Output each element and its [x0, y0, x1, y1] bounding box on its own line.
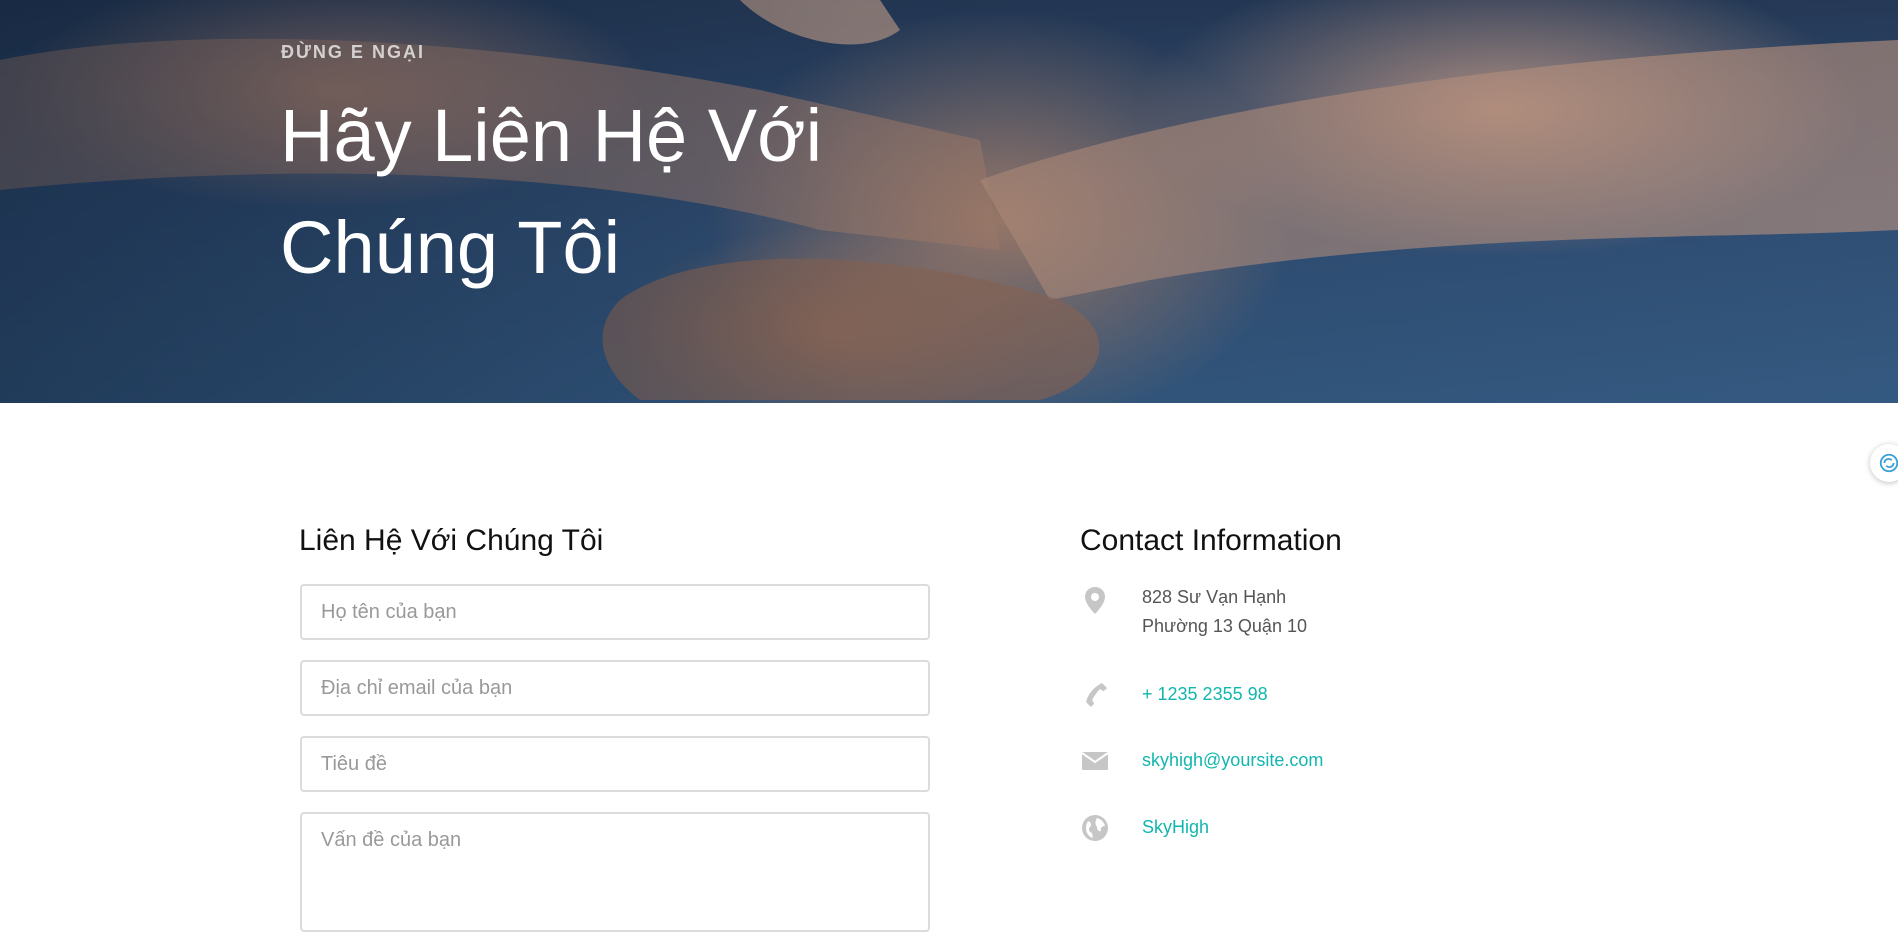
- address-line2: Phường 13 Quận 10: [1142, 616, 1307, 636]
- globe-icon: [1082, 815, 1108, 841]
- hero-title: Hãy Liên Hệ Với Chúng Tôi: [280, 80, 900, 304]
- message-field[interactable]: [300, 812, 930, 932]
- website-link[interactable]: SkyHigh: [1142, 813, 1209, 842]
- envelope-icon: [1081, 752, 1109, 770]
- email-field[interactable]: [300, 660, 930, 716]
- hero-title-line2: Chúng Tôi: [280, 206, 621, 289]
- phone-icon: [1086, 683, 1107, 707]
- floating-assistant-button[interactable]: [1870, 444, 1898, 482]
- contact-title: Contact Information: [1080, 524, 1342, 557]
- name-field[interactable]: [300, 584, 930, 640]
- hero-banner: ĐỪNG E NGẠI Hãy Liên Hệ Với Chúng Tôi: [0, 0, 1898, 403]
- subject-field[interactable]: [300, 736, 930, 792]
- hero-kicker: ĐỪNG E NGẠI: [281, 42, 425, 62]
- form-title: Liên Hệ Với Chúng Tôi: [299, 524, 604, 557]
- assistant-icon: [1879, 453, 1898, 473]
- phone-link[interactable]: + 1235 2355 98: [1142, 680, 1268, 709]
- hero-title-line1: Hãy Liên Hệ Với: [280, 94, 823, 177]
- map-pin-icon: [1085, 587, 1105, 614]
- address-line1: 828 Sư Vạn Hạnh: [1142, 587, 1287, 607]
- email-link[interactable]: skyhigh@yoursite.com: [1142, 746, 1323, 775]
